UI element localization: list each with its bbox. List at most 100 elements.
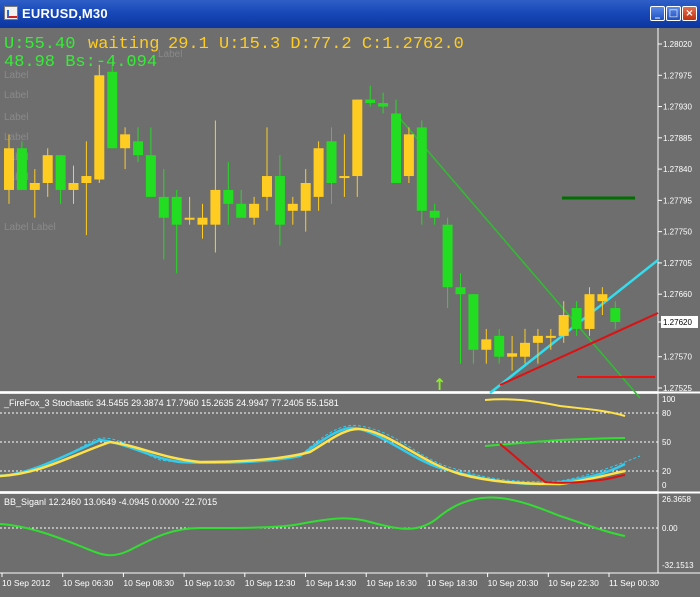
time-label: 10 Sep 14:30 bbox=[306, 578, 357, 588]
price-label: 1.27525 bbox=[663, 384, 692, 393]
candle-body bbox=[378, 103, 389, 107]
candle-body bbox=[610, 308, 621, 322]
time-label: 10 Sep 2012 bbox=[2, 578, 50, 588]
window-title: EURUSD,M30 bbox=[22, 6, 108, 21]
candle-body bbox=[287, 203, 298, 211]
overlay-line1-a: U:55.40 bbox=[4, 35, 75, 54]
candle-body bbox=[133, 141, 143, 156]
candle-body bbox=[339, 176, 350, 179]
candle-body bbox=[597, 294, 608, 302]
time-label: 10 Sep 20:30 bbox=[488, 578, 539, 588]
candle-body bbox=[158, 196, 169, 218]
overlay-line2: 48.98 Bs:-4.094 bbox=[4, 53, 157, 72]
candle-body bbox=[94, 75, 105, 180]
time-label: 10 Sep 12:30 bbox=[245, 578, 296, 588]
candle-body bbox=[107, 71, 118, 149]
price-label: 1.27885 bbox=[663, 134, 692, 143]
candle-body bbox=[81, 176, 92, 183]
bb-axis-label: 26.3658 bbox=[662, 495, 691, 504]
price-label: 1.27660 bbox=[663, 290, 692, 299]
maximize-icon: □ bbox=[668, 8, 679, 19]
price-label: 1.27620 bbox=[663, 318, 692, 327]
stoch-axis-label: 50 bbox=[662, 438, 671, 447]
bb-axis-label: 0.00 bbox=[662, 524, 678, 533]
faint-label: Label bbox=[4, 112, 28, 123]
candle-body bbox=[313, 148, 324, 197]
candle-body bbox=[365, 99, 376, 104]
candle-body bbox=[55, 155, 66, 190]
maximize-button[interactable]: □ bbox=[666, 6, 681, 21]
stoch-axis-label: 80 bbox=[662, 409, 671, 418]
stochastic-title: _FireFox_3 Stochastic 34.5455 29.3874 17… bbox=[3, 398, 339, 408]
price-axis-bg bbox=[658, 28, 700, 597]
bb-axis-label: -32.1513 bbox=[662, 561, 694, 570]
close-icon: × bbox=[685, 8, 694, 19]
candle-body bbox=[584, 294, 595, 329]
time-label: 10 Sep 22:30 bbox=[548, 578, 599, 588]
candle-body bbox=[223, 189, 234, 204]
close-button[interactable]: × bbox=[682, 6, 697, 21]
candle-body bbox=[481, 339, 492, 350]
candle-body bbox=[442, 224, 453, 288]
candle-body bbox=[416, 127, 427, 211]
candle-body bbox=[42, 155, 53, 183]
candle-body bbox=[145, 155, 156, 197]
candle-body bbox=[197, 217, 208, 225]
candle-body bbox=[507, 353, 518, 357]
time-label: 11 Sep 00:30 bbox=[609, 578, 659, 588]
candle-body bbox=[274, 176, 285, 225]
stoch-axis-label: 20 bbox=[662, 467, 671, 476]
candle-body bbox=[326, 141, 337, 183]
candle-body bbox=[16, 148, 27, 190]
time-label: 10 Sep 10:30 bbox=[184, 578, 235, 588]
candle-body bbox=[262, 176, 272, 197]
candle-body bbox=[468, 294, 479, 350]
candle-body bbox=[558, 315, 569, 336]
minimize-icon: _ bbox=[655, 8, 660, 19]
candle-body bbox=[403, 134, 414, 177]
faint-label: Label bbox=[4, 90, 28, 101]
price-label: 1.27840 bbox=[663, 165, 692, 174]
overlay-line1-c: 29.1 U:15.3 D:77.2 C:1.2762.0 bbox=[168, 35, 464, 54]
candle-body bbox=[494, 335, 505, 357]
candle-body bbox=[429, 210, 440, 218]
bb-title: BB_Siganl 12.2460 13.0649 -4.0945 0.0000… bbox=[4, 497, 217, 507]
candle-body bbox=[120, 134, 131, 149]
time-label: 10 Sep 18:30 bbox=[427, 578, 478, 588]
candle-body bbox=[171, 196, 182, 225]
price-label: 1.27570 bbox=[663, 353, 692, 362]
terminal-window: EURUSD,M30 _ □ × Label Label Label Label… bbox=[0, 0, 700, 597]
stoch-axis-label: 100 bbox=[662, 395, 676, 404]
time-label: 10 Sep 06:30 bbox=[63, 578, 114, 588]
candle-body bbox=[249, 203, 260, 218]
candle-body bbox=[571, 308, 582, 329]
faint-label: Label Label bbox=[4, 222, 56, 233]
price-label: 1.28020 bbox=[663, 40, 692, 49]
candle-body bbox=[532, 335, 543, 343]
candle-body bbox=[520, 342, 530, 357]
candle-body bbox=[4, 148, 14, 190]
price-label: 1.27750 bbox=[663, 228, 692, 237]
candle-body bbox=[29, 182, 40, 190]
candle-body bbox=[352, 99, 363, 177]
candle-body bbox=[300, 182, 311, 211]
price-label: 1.27705 bbox=[663, 259, 692, 268]
price-label: 1.27795 bbox=[663, 196, 692, 205]
overlay-line1-b: waiting bbox=[88, 35, 159, 54]
chart-area[interactable]: Label Label Label Label Label Label Labe… bbox=[0, 28, 700, 597]
candle-body bbox=[236, 203, 247, 218]
candle-body bbox=[68, 182, 79, 190]
time-label: 10 Sep 08:30 bbox=[123, 578, 174, 588]
stoch-axis-label: 0 bbox=[662, 481, 667, 490]
faint-label: Label bbox=[4, 132, 28, 143]
minimize-button[interactable]: _ bbox=[650, 6, 665, 21]
price-label: 1.27975 bbox=[663, 71, 692, 80]
candle-body bbox=[210, 189, 221, 225]
candle-body bbox=[545, 335, 556, 338]
price-label: 1.27930 bbox=[663, 103, 692, 112]
time-label: 10 Sep 16:30 bbox=[366, 578, 417, 588]
title-bar[interactable]: EURUSD,M30 _ □ × bbox=[0, 0, 700, 29]
chart-window-icon[interactable] bbox=[4, 6, 18, 20]
candle-body bbox=[184, 217, 195, 220]
arrow-up-icon: ↑ bbox=[433, 375, 446, 394]
